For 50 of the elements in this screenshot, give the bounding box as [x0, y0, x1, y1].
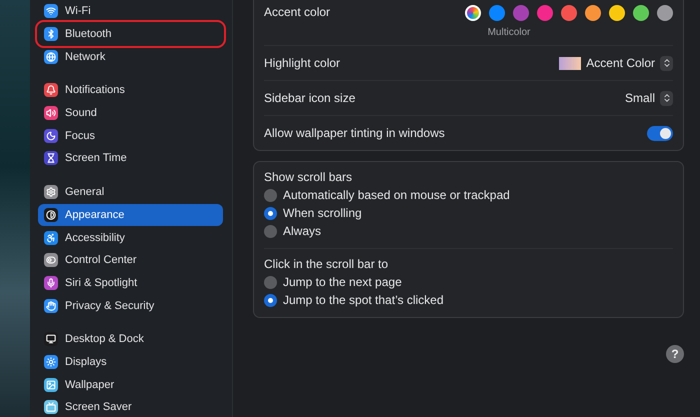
radio-option[interactable]: Jump to the next page [264, 273, 673, 291]
popup-menu[interactable]: Accent Color [559, 56, 673, 70]
sidebar-item[interactable]: Screen Time [38, 147, 223, 170]
sidebar-item[interactable]: General [38, 180, 223, 204]
accent-swatch[interactable] [513, 5, 529, 21]
accent-swatch[interactable] [465, 5, 481, 21]
sidebar-item[interactable]: Privacy & Security [38, 294, 223, 317]
sidebar-item[interactable]: Screen Saver [38, 396, 223, 417]
radio-button[interactable] [264, 224, 277, 238]
setting-label: Allow wallpaper tinting in windows [264, 126, 445, 140]
accent-swatch[interactable] [561, 5, 577, 21]
sidebar-item[interactable]: Network [38, 45, 223, 68]
accent-swatch[interactable] [489, 5, 505, 21]
accent-swatch[interactable] [537, 5, 553, 21]
sidebar-item[interactable]: Appearance [38, 204, 223, 226]
sidebar-item[interactable]: Wi-Fi [38, 0, 223, 23]
group-title: Show scroll bars [264, 170, 354, 184]
stepper-icon [660, 56, 673, 70]
toggle-switch[interactable] [647, 126, 673, 140]
sidebar-item[interactable]: Wallpaper [38, 373, 223, 396]
help-button[interactable]: ? [666, 345, 684, 363]
sidebar-item[interactable]: Accessibility [38, 226, 223, 249]
swatch-caption: Multicolor [488, 27, 530, 38]
sidebar-item[interactable]: Desktop & Dock [38, 328, 223, 351]
radio-button[interactable] [264, 294, 277, 306]
setting-label: Accent color [264, 5, 330, 19]
radio-button[interactable] [264, 206, 277, 220]
highlight-swatch [559, 56, 582, 70]
radio-option[interactable]: Jump to the spot that’s clicked [264, 291, 673, 309]
popup-menu[interactable]: Small [624, 90, 673, 106]
radio-option[interactable]: Always [264, 222, 673, 240]
radio-button[interactable] [264, 276, 277, 288]
sidebar-item[interactable]: Bluetooth [38, 22, 223, 46]
setting-label: Sidebar icon size [264, 91, 356, 105]
radio-button[interactable] [264, 188, 277, 202]
accent-swatch[interactable] [633, 5, 649, 21]
accent-swatch[interactable] [609, 5, 625, 21]
sidebar-item[interactable]: Sound [38, 102, 223, 124]
stepper-icon [660, 90, 673, 106]
sidebar-item[interactable]: Notifications [38, 79, 223, 102]
sidebar-item[interactable]: Control Center [38, 248, 223, 272]
radio-option[interactable]: Automatically based on mouse or trackpad [264, 186, 673, 204]
sidebar-item[interactable]: Displays [38, 350, 223, 374]
accent-swatch[interactable] [657, 5, 673, 21]
sidebar-item[interactable]: Siri & Spotlight [38, 272, 223, 294]
sidebar-item[interactable]: Focus [38, 124, 223, 148]
radio-option[interactable]: When scrolling [264, 204, 673, 222]
setting-label: Highlight color [264, 56, 340, 70]
group-title: Click in the scroll bar to [264, 257, 390, 271]
accent-swatch[interactable] [585, 5, 601, 21]
